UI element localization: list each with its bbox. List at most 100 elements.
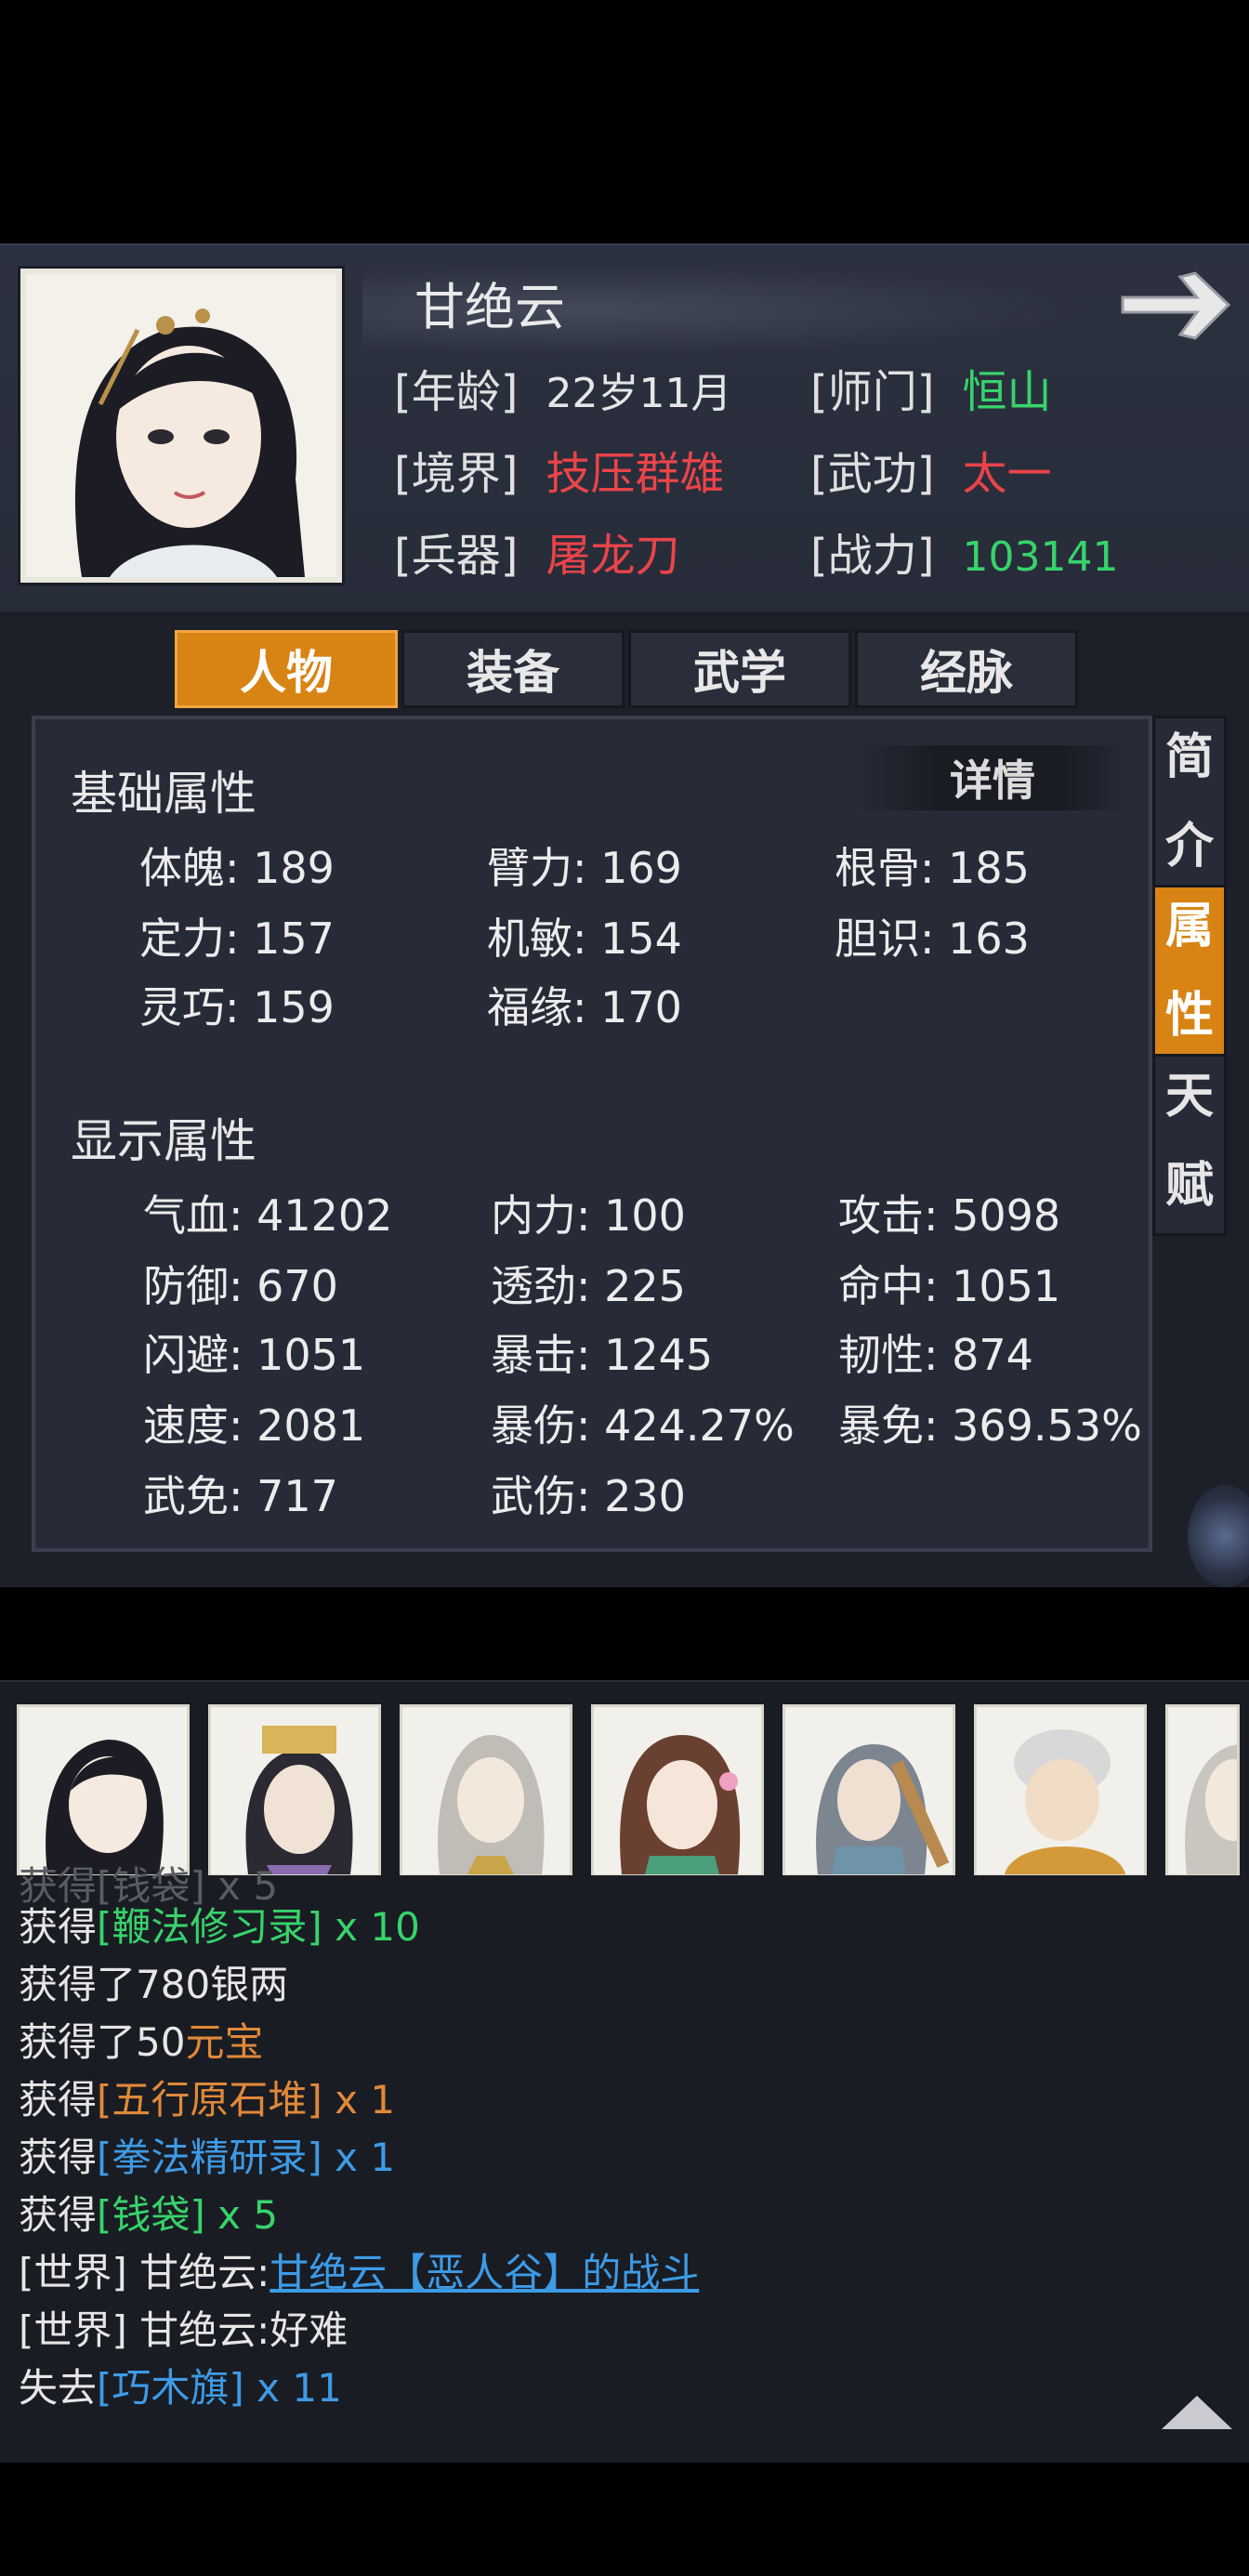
log-line: [世界] 甘绝云:甘绝云【恶人谷】的战斗 [19,2241,699,2298]
tab-meridians[interactable]: 经脉 [855,630,1078,708]
log-line: 获得[钱袋] x 5 [19,2184,278,2241]
roster-avatar[interactable] [782,1704,955,1877]
stat-attack: 攻击: 5098 [838,1190,1061,1241]
power-label: [战力] [810,530,935,582]
power-row: [战力] 103141 [810,519,1118,584]
log-line: 获得[五行原石堆] x 1 [19,2069,395,2125]
details-button[interactable]: 详情 [853,745,1132,810]
basic-attributes-title: 基础属性 [71,767,256,821]
side-tab-talent[interactable]: 天 赋 [1155,1057,1224,1226]
side-tab-attributes-char1: 属 [1164,898,1214,954]
sect-value: 恒山 [962,366,1052,418]
roster-avatar[interactable] [591,1704,764,1877]
tab-character[interactable]: 人物 [175,630,398,708]
stat-speed: 速度: 2081 [143,1400,366,1451]
martial-row: [武功] 太一 [810,437,1051,502]
log-quantity: x 11 [243,2365,342,2411]
right-arrow-icon [1121,271,1231,340]
stat-toughness: 韧性: 874 [838,1330,1033,1380]
sect-label: [师门] [810,366,935,418]
weapon-row: [兵器] 屠龙刀 [394,519,679,584]
log-quantity: x 1 [322,2077,396,2123]
character-name: 甘绝云 [414,278,565,336]
stat-bone: 根骨: 185 [835,843,1030,893]
log-line: 失去[巧木旗] x 11 [19,2357,342,2413]
side-tab-talent-char2: 赋 [1164,1158,1214,1214]
log-item[interactable]: [拳法精研录] [97,2135,322,2180]
roster-avatar[interactable] [208,1704,381,1877]
log-line: 获得了50元宝 [19,2011,263,2068]
stat-dexterity: 灵巧: 159 [139,982,335,1032]
side-tab-profile-char1: 简 [1164,729,1214,785]
log-quantity: x 5 [204,2192,279,2238]
side-tab-profile[interactable]: 简 介 [1155,718,1224,887]
log-currency: 元宝 [185,2019,264,2065]
log-item[interactable]: [五行原石堆] [97,2077,322,2123]
log-line: 获得了780银两 [19,1953,288,2010]
log-item[interactable]: [巧木旗] [97,2365,244,2411]
log-text: 获得了780银两 [19,1962,289,2007]
log-item[interactable]: [钱袋] [97,2192,205,2238]
character-roster [0,1680,1249,1877]
log-quantity: x 1 [322,2135,396,2180]
stat-physique: 体魄: 189 [139,843,335,893]
stat-crit: 暴击: 1245 [491,1330,714,1380]
log-text: 获得 [19,2077,98,2123]
log-text: 获得 [19,2192,98,2238]
stat-hp: 气血: 41202 [143,1190,393,1241]
stat-martial-resist: 武免: 717 [143,1471,338,1521]
stat-courage: 胆识: 163 [835,913,1030,964]
tab-equipment[interactable]: 装备 [401,630,624,708]
tab-martial-arts[interactable]: 武学 [628,630,851,708]
character-panel: 人物 装备 武学 经脉 基础属性 详情 体魄: 189 臂力: 169 根骨: … [0,611,1249,1587]
realm-label: [境界] [394,448,519,500]
attributes-panel: 基础属性 详情 体魄: 189 臂力: 169 根骨: 185 定力: 157 … [32,716,1152,1552]
log-text: 获得 [19,2135,98,2180]
side-tab-bar: 简 介 属 性 天 赋 [1152,716,1227,1236]
age-label: [年龄] [394,366,519,418]
roster-avatar[interactable] [17,1704,190,1877]
stat-dodge: 闪避: 1051 [143,1330,366,1380]
next-arrow-button[interactable] [1115,264,1236,348]
character-header: 甘绝云 [年龄] 22岁11月 [师门] 恒山 [境界] 技压群雄 [武功] 太一 [兵… [0,243,1249,611]
log-text: [世界] 甘绝云:好难 [19,2307,348,2353]
stat-agility: 机敏: 154 [487,913,682,964]
log-text: [世界] 甘绝云: [19,2250,270,2295]
weapon-value: 屠龙刀 [546,530,680,582]
display-attributes-title: 显示属性 [71,1114,256,1168]
stat-penetration: 透劲: 225 [491,1261,686,1311]
stat-fortune: 福缘: 170 [487,982,682,1032]
martial-label: [武功] [810,448,935,500]
age-row: [年龄] 22岁11月 [394,355,731,420]
stat-inner-power: 内力: 100 [491,1190,686,1241]
side-tab-profile-char2: 介 [1164,818,1214,874]
log-text: 获得了50 [19,2019,186,2065]
stat-martial-damage: 武伤: 230 [491,1471,686,1521]
log-line: 获得[鞭法修习录] x 10 [19,1896,420,1952]
log-item[interactable]: [鞭法修习录] [97,1904,322,1950]
martial-value: 太一 [962,448,1052,500]
age-value: 22岁11月 [546,370,732,417]
side-tab-talent-char1: 天 [1164,1069,1214,1124]
side-tab-attributes-char2: 性 [1164,987,1214,1044]
roster-avatar[interactable] [1165,1704,1240,1877]
log-line: 获得[拳法精研录] x 1 [19,2126,395,2183]
sect-row: [师门] 恒山 [810,355,1051,420]
side-tab-attributes[interactable]: 属 性 [1155,887,1224,1057]
collapse-up-icon[interactable] [1162,2396,1232,2429]
stat-crit-resist: 暴免: 369.53% [838,1400,1142,1451]
bottom-bar [0,2463,1249,2576]
realm-row: [境界] 技压群雄 [394,437,724,502]
roster-avatar[interactable] [974,1704,1147,1877]
realm-value: 技压群雄 [546,448,725,500]
power-value: 103141 [962,533,1119,581]
stat-arm-strength: 臂力: 169 [487,843,682,893]
log-battle-link[interactable]: 甘绝云【恶人谷】的战斗 [270,2250,699,2295]
stat-crit-damage: 暴伤: 424.27% [491,1400,795,1451]
character-portrait[interactable] [20,269,342,583]
weapon-label: [兵器] [394,530,519,582]
log-quantity: x 10 [322,1904,420,1950]
roster-avatar[interactable] [400,1704,572,1877]
log-line: [世界] 甘绝云:好难 [19,2299,348,2356]
log-text: 获得 [19,1904,98,1950]
